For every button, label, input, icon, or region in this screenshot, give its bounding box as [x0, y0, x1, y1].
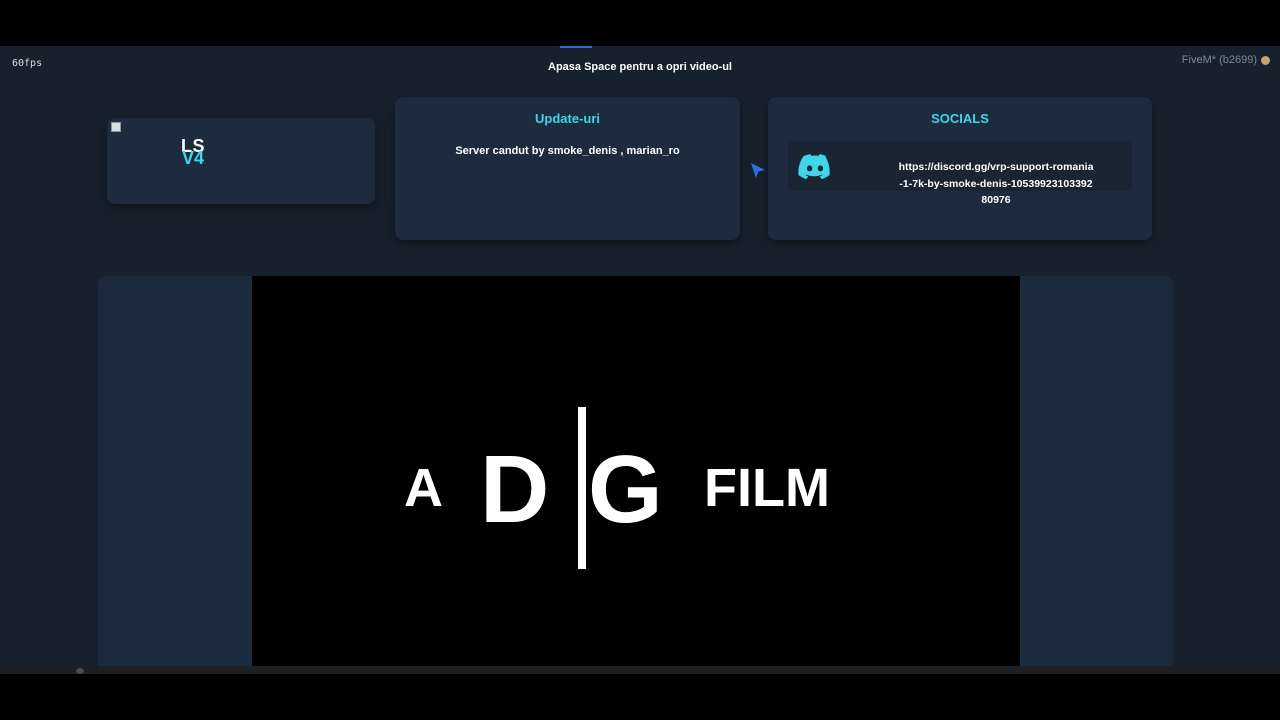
logo-text-v4: V4 — [182, 148, 205, 168]
video-frame: A D G FILM — [98, 276, 1173, 672]
updates-panel: Update-uri Server candut by smoke_denis … — [395, 97, 740, 240]
broken-image-icon — [111, 122, 121, 132]
film-title-a: A — [404, 458, 443, 518]
film-title-d: D — [480, 436, 550, 543]
film-title-g: G — [588, 436, 663, 543]
client-avatar-icon — [1261, 55, 1270, 65]
film-title-film: FILM — [704, 458, 830, 518]
bottom-bar — [0, 666, 1280, 674]
updates-title: Update-uri — [535, 111, 600, 126]
client-version-label: FiveM* (b2699) — [1181, 54, 1257, 66]
discord-card[interactable]: https://discord.gg/vrp-support-romania-1… — [788, 141, 1132, 206]
bottom-indicator-icon — [76, 668, 84, 674]
discord-link[interactable]: https://discord.gg/vrp-support-romania-1… — [898, 159, 1094, 209]
video-hint: Apasa Space pentru a opri video-ul — [548, 61, 732, 73]
discord-icon — [798, 154, 830, 179]
socials-title: SOCIALS — [931, 111, 989, 126]
top-progress-line — [560, 46, 592, 48]
game-screen: 60fps Apasa Space pentru a opri video-ul… — [0, 46, 1280, 672]
socials-panel: SOCIALS https://discord.gg/vrp-support-r… — [768, 97, 1152, 240]
mouse-cursor-icon — [751, 163, 765, 178]
video-player[interactable]: A D G FILM — [252, 276, 1020, 672]
film-title-divider — [578, 407, 586, 569]
updates-text: Server candut by smoke_denis , marian_ro — [455, 145, 680, 157]
logo-panel: LS V4 — [107, 118, 375, 204]
client-version: FiveM* (b2699) — [1182, 54, 1270, 66]
